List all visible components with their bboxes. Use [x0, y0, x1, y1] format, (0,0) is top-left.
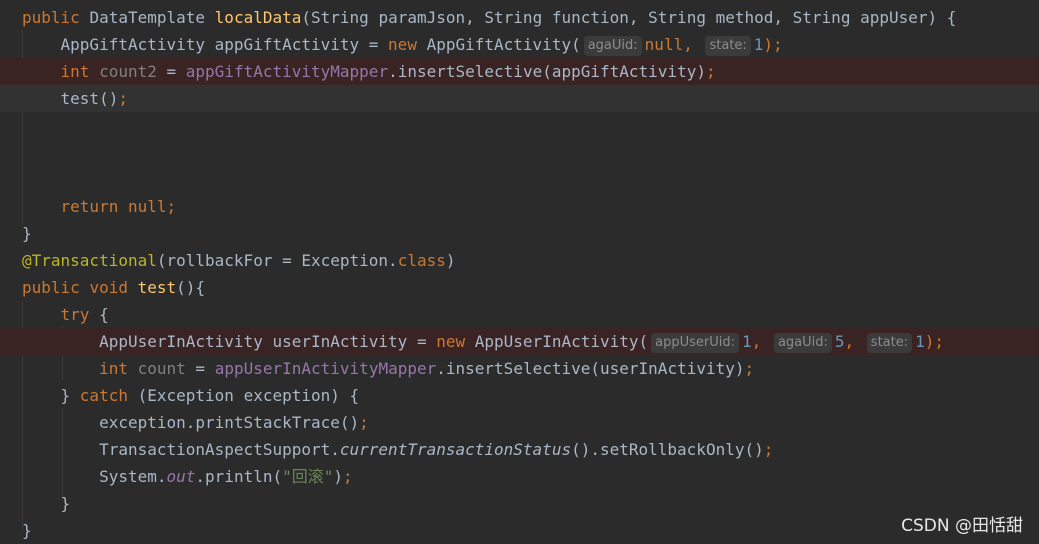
code-punct: ;: [166, 197, 177, 216]
code-text: (Exception exception) {: [127, 386, 360, 405]
static-method-name: currentTransactionStatus: [339, 440, 572, 459]
code-line-17[interactable]: }: [0, 517, 1039, 544]
code-text: AppUserInActivity userInActivity =: [99, 332, 437, 351]
number-literal: 1: [915, 332, 925, 351]
keyword: try: [60, 305, 90, 324]
code-text: }: [22, 224, 32, 243]
keyword: int: [60, 62, 90, 81]
field-name: appGiftActivityMapper: [185, 62, 389, 81]
field-name: appUserInActivityMapper: [214, 359, 437, 378]
code-line-15[interactable]: System.out.println("回滚");: [0, 463, 1039, 490]
code-line-6[interactable]: }: [0, 220, 1039, 247]
keyword: public: [22, 278, 80, 297]
variable-name: count: [137, 359, 186, 378]
code-text: exception.printStackTrace(): [99, 413, 360, 432]
code-line-9[interactable]: try {: [0, 301, 1039, 328]
parameter-hint: agaUid:: [773, 333, 832, 353]
parameter-hint: state:: [866, 333, 913, 353]
code-punct: ;: [343, 467, 353, 486]
static-field-name: out: [166, 467, 196, 486]
code-line-7[interactable]: @Transactional(rollbackFor = Exception.c…: [0, 247, 1039, 274]
comma: ,: [751, 332, 771, 351]
code-punct: ;: [359, 413, 369, 432]
keyword: catch: [79, 386, 128, 405]
keyword: class: [397, 251, 446, 270]
code-text: =: [185, 359, 215, 378]
parameter-hint: appUserUid:: [651, 333, 740, 353]
code-line-10[interactable]: AppUserInActivity userInActivity = new A…: [0, 328, 1039, 355]
code-text: .insertSelective(userInActivity): [436, 359, 745, 378]
code-text: .println(: [195, 467, 283, 486]
code-text: TransactionAspectSupport.: [99, 440, 340, 459]
keyword: int: [99, 359, 128, 378]
code-text: AppUserInActivity(: [465, 332, 649, 351]
code-text: System.: [99, 467, 167, 486]
keyword: null: [127, 197, 167, 216]
keyword: void: [89, 278, 128, 297]
code-line-5[interactable]: return null;: [0, 193, 1039, 220]
code-punct: );: [763, 35, 783, 54]
parameter-hint: state:: [705, 36, 751, 56]
method-name: test: [137, 278, 177, 297]
type-name: DataTemplate: [89, 8, 206, 27]
string-literal: "回滚": [282, 467, 334, 486]
comma: ,: [844, 332, 864, 351]
code-text: (){: [176, 278, 206, 297]
keyword: new: [388, 35, 417, 54]
watermark: CSDN @田恬甜: [901, 516, 1023, 536]
code-text: test(): [60, 89, 119, 108]
variable-name: count2: [99, 62, 157, 81]
code-line-4[interactable]: test();: [0, 85, 1039, 112]
code-line-3[interactable]: int count2 = appGiftActivityMapper.inser…: [0, 58, 1039, 85]
code-line-12[interactable]: } catch (Exception exception) {: [0, 382, 1039, 409]
code-line-13[interactable]: exception.printStackTrace();: [0, 409, 1039, 436]
code-punct: );: [924, 332, 945, 351]
code-text: }: [60, 494, 71, 513]
code-editor[interactable]: public DataTemplate localData(String par…: [0, 0, 1039, 544]
code-line-2[interactable]: AppGiftActivity appGiftActivity = new Ap…: [0, 31, 1039, 58]
annotation: @Transactional: [22, 251, 157, 270]
code-text: }: [60, 386, 80, 405]
code-text: ().setRollbackOnly(): [571, 440, 764, 459]
code-text: AppGiftActivity appGiftActivity =: [60, 35, 389, 54]
number-literal: 1: [742, 332, 752, 351]
parameter-hint: agaUid:: [583, 36, 642, 56]
code-text: .insertSelective(appGiftActivity): [388, 62, 706, 81]
code-punct: ;: [763, 440, 774, 459]
code-line-8[interactable]: public void test(){: [0, 274, 1039, 301]
code-punct: ;: [744, 359, 755, 378]
keyword: null: [644, 35, 684, 54]
keyword: return: [60, 197, 119, 216]
number-literal: 1: [753, 35, 764, 54]
code-text: =: [156, 62, 186, 81]
code-punct: ;: [705, 62, 716, 81]
comma: ,: [683, 35, 703, 54]
code-text: (rollbackFor = Exception.: [156, 251, 398, 270]
code-line-16[interactable]: }: [0, 490, 1039, 517]
keyword: new: [436, 332, 466, 351]
code-text: AppGiftActivity(: [416, 35, 581, 54]
code-text: }: [22, 521, 32, 540]
keyword: public: [22, 8, 80, 27]
code-line-14[interactable]: TransactionAspectSupport.currentTransact…: [0, 436, 1039, 463]
method-signature: (String paramJson, String function, Stri…: [301, 8, 957, 27]
method-name: localData: [214, 8, 302, 27]
code-text: ): [445, 251, 456, 270]
code-punct: ;: [118, 89, 128, 108]
number-literal: 5: [834, 332, 845, 351]
code-text: {: [89, 305, 109, 324]
code-line-1[interactable]: public DataTemplate localData(String par…: [0, 4, 1039, 31]
code-text: ): [333, 467, 344, 486]
code-line-11[interactable]: int count = appUserInActivityMapper.inse…: [0, 355, 1039, 382]
